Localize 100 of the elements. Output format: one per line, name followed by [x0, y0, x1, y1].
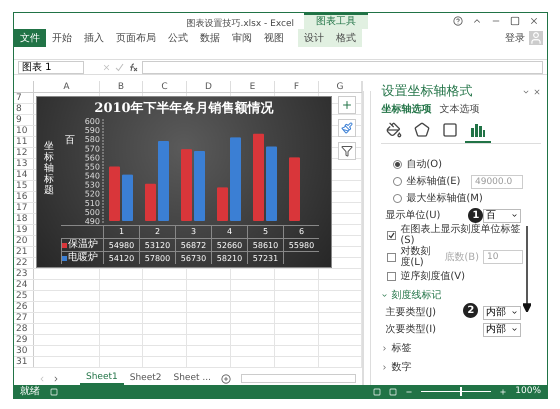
add-element-icon[interactable]	[338, 96, 356, 114]
size-icon[interactable]	[442, 122, 458, 138]
row-header[interactable]: 26	[14, 302, 34, 312]
ribbon-tab[interactable]: 页面布局	[110, 29, 162, 47]
row-header[interactable]: 10	[14, 126, 34, 136]
column-header[interactable]: F	[275, 81, 319, 92]
ribbon-tab[interactable]: 格式	[330, 29, 362, 47]
option-label: 次要类型(I)	[385, 322, 436, 337]
row-header[interactable]: 23	[14, 269, 34, 279]
legend-label: 电暖炉	[68, 252, 98, 264]
section-heading[interactable]: 数字	[391, 360, 412, 375]
normal-view-icon[interactable]	[373, 388, 382, 396]
vertical-scrollbar[interactable]	[363, 91, 372, 385]
row-header[interactable]: 27	[14, 313, 34, 323]
column-header[interactable]: G	[319, 81, 362, 92]
caret-icon	[511, 309, 518, 316]
dropdown[interactable]: 百	[483, 208, 521, 222]
row-header[interactable]: 15	[14, 181, 34, 191]
help-icon[interactable]	[453, 16, 463, 26]
column-header[interactable]: D	[187, 81, 231, 92]
column-header[interactable]: B	[100, 81, 143, 92]
section-heading[interactable]: 标签	[391, 341, 412, 356]
tick-label: 500	[84, 208, 100, 217]
bar-chart-icon[interactable]	[470, 122, 486, 138]
row-header[interactable]: 9	[14, 115, 34, 125]
table-cell: 53120	[139, 239, 175, 251]
ribbon-tab[interactable]: 审阅	[226, 29, 258, 47]
checkbox[interactable]	[387, 230, 396, 240]
dropdown[interactable]: 内部	[483, 306, 521, 320]
sheet-tab[interactable]: Sheet1	[80, 372, 124, 385]
option-label: 主要类型(J)	[385, 306, 436, 320]
column-header[interactable]: C	[143, 81, 187, 92]
tick-label: 510	[84, 198, 100, 208]
pane-tab[interactable]: 坐标轴选项	[381, 104, 432, 116]
checkbox-label: 在图表上显示刻度单位标签(S)	[400, 224, 522, 246]
add-sheet-icon[interactable]	[220, 374, 231, 384]
maximize-icon[interactable]	[510, 16, 520, 26]
checkbox[interactable]	[387, 272, 396, 281]
dropdown[interactable]: 内部	[483, 322, 521, 336]
zoom-in-icon[interactable]	[499, 388, 508, 396]
row-header[interactable]: 16	[14, 192, 34, 202]
row-header[interactable]: 28	[14, 324, 34, 334]
table-cell: 6	[283, 226, 319, 238]
pane-tab[interactable]: 文本选项	[439, 104, 480, 116]
row-header[interactable]: 17	[14, 203, 34, 213]
table-cell: 58610	[247, 239, 283, 251]
collapsed-icon[interactable]	[381, 364, 388, 371]
table-cell: 54980	[103, 239, 139, 251]
ribbon-tab[interactable]: 公式	[162, 29, 194, 47]
close-icon[interactable]	[533, 88, 541, 96]
row-header[interactable]: 14	[14, 170, 34, 180]
row-header[interactable]: 13	[14, 159, 34, 169]
row-header[interactable]: 31	[14, 357, 34, 367]
row-header[interactable]: 30	[14, 346, 34, 356]
slider-thumb[interactable]	[460, 387, 462, 396]
page-layout-icon[interactable]	[389, 388, 398, 396]
row-header[interactable]: 19	[14, 225, 34, 235]
column-header[interactable]: A	[34, 81, 100, 92]
column-header[interactable]: E	[231, 81, 275, 92]
row-header[interactable]: 25	[14, 291, 34, 301]
callout-badge: 2	[463, 303, 478, 318]
row-header[interactable]: 11	[14, 137, 34, 147]
collapsed-icon[interactable]	[381, 345, 388, 352]
ribbon-tab[interactable]: 开始	[46, 29, 78, 47]
function-icon[interactable]	[128, 62, 138, 72]
checkbox-label: 对数刻度(L)	[400, 246, 432, 268]
macro-icon[interactable]	[50, 388, 58, 396]
row-header[interactable]: 20	[14, 236, 34, 246]
row-header[interactable]: 24	[14, 280, 34, 290]
row-header[interactable]: 22	[14, 258, 34, 268]
ribbon-tab[interactable]: 文件	[14, 29, 46, 47]
ribbon-tab[interactable]: 设计	[298, 29, 330, 47]
row-header[interactable]: 18	[14, 214, 34, 224]
formula-field[interactable]	[142, 60, 543, 74]
ribbon-tab[interactable]: 数据	[194, 29, 226, 47]
pentagon-icon[interactable]	[414, 122, 430, 138]
pane-options-icon[interactable]	[522, 88, 530, 96]
horizontal-scrollbar[interactable]	[240, 374, 356, 383]
row-header[interactable]: 8	[14, 104, 34, 114]
filter-icon[interactable]	[338, 142, 356, 160]
table-cell: 55980	[283, 239, 319, 251]
close-icon[interactable]	[529, 16, 539, 26]
row-header[interactable]: 12	[14, 148, 34, 158]
ribbon-tab[interactable]: 插入	[78, 29, 110, 47]
section-heading[interactable]: 刻度线标记	[391, 288, 442, 303]
sheet-tab[interactable]: Sheet2	[124, 372, 168, 385]
row-header[interactable]: 21	[14, 247, 34, 257]
ribbon-tab[interactable]: 视图	[258, 29, 290, 47]
name-box[interactable]: 图表 1	[18, 60, 84, 74]
table-cell: 58210	[211, 252, 247, 264]
row-header[interactable]: 7	[14, 93, 34, 103]
row-header[interactable]: 29	[14, 335, 34, 345]
scroll-right-icon[interactable]	[52, 374, 60, 382]
radio-button[interactable]	[393, 160, 402, 169]
radio-button[interactable]	[393, 194, 402, 203]
paint-bucket-icon[interactable]	[386, 122, 402, 138]
sheet-tab[interactable]: Sheet ...	[168, 372, 217, 385]
brush-icon[interactable]	[338, 119, 356, 137]
expanded-icon[interactable]	[381, 292, 388, 299]
sign-in-link[interactable]: 登录	[505, 30, 525, 46]
